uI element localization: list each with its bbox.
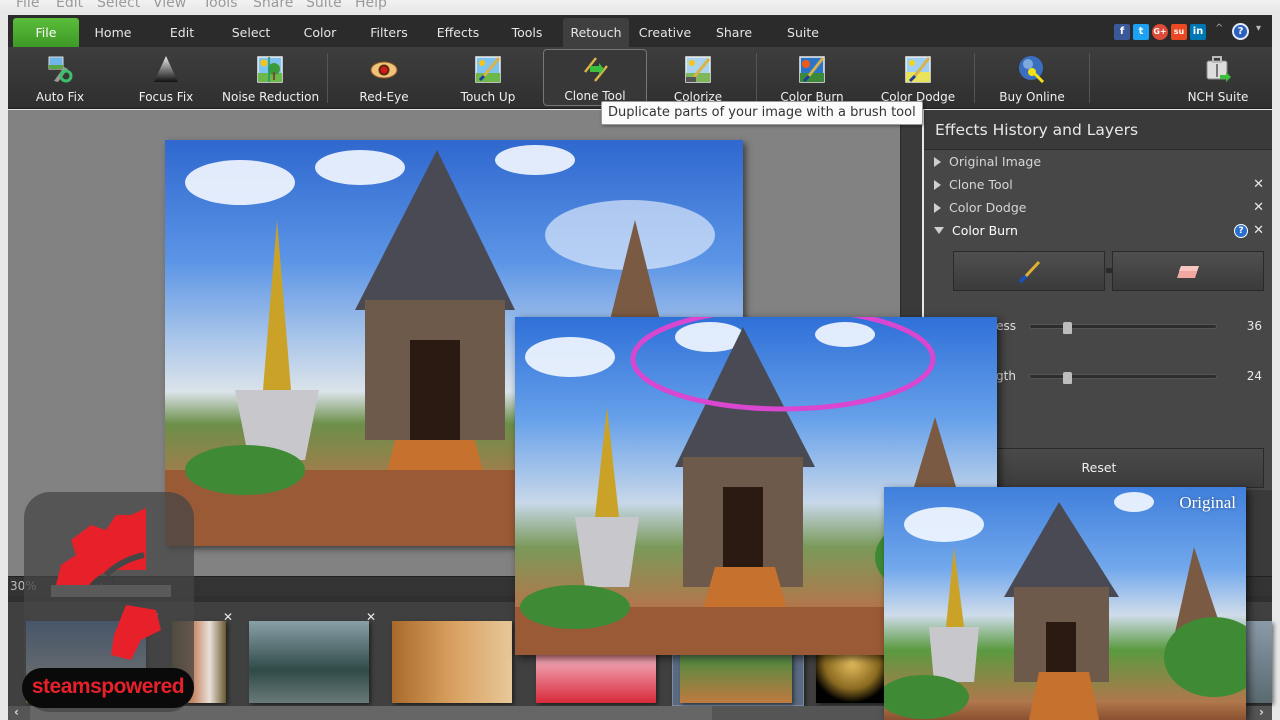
focus-fix-button[interactable]: Focus Fix	[124, 49, 208, 106]
menu-file[interactable]: File	[16, 0, 39, 11]
tab-select[interactable]: Select	[218, 18, 284, 47]
original-label: Original	[1179, 493, 1236, 512]
menu-edit[interactable]: Edit	[56, 0, 83, 11]
noise-reduction-icon	[257, 56, 283, 83]
help-dropdown-icon[interactable]: ▾	[1256, 23, 1261, 34]
temple-illustration	[884, 502, 1246, 720]
scroll-right-icon[interactable]: ›	[1259, 705, 1264, 719]
softness-slider[interactable]	[1029, 322, 1217, 334]
collapse-ribbon-icon[interactable]: ^	[1215, 23, 1223, 34]
expand-arrow-icon[interactable]	[934, 157, 941, 167]
menu-select[interactable]: Select	[97, 0, 140, 11]
tab-edit[interactable]: Edit	[149, 18, 215, 47]
menu-bar: File Edit Select View Tools Share Suite …	[0, 0, 1280, 14]
colorize-button[interactable]: Colorize	[656, 49, 740, 106]
clone-tool-icon	[584, 57, 608, 82]
softness-slider-thumb[interactable]	[1063, 322, 1073, 334]
expand-arrow-icon[interactable]	[934, 180, 941, 190]
thumbnail-tiger[interactable]	[392, 621, 512, 703]
ribbon-tabs: File Home Edit Select Color Filters Effe…	[8, 15, 1272, 47]
red-eye-button[interactable]: Red-Eye	[342, 49, 426, 106]
tab-filters[interactable]: Filters	[356, 18, 422, 47]
eraser-mode-button[interactable]	[1112, 251, 1264, 291]
tab-color[interactable]: Color	[287, 18, 353, 47]
linkedin-icon[interactable]: in	[1190, 24, 1206, 40]
history-item-original-image[interactable]: Original Image	[934, 151, 1264, 173]
color-burn-button[interactable]: Color Burn	[770, 49, 854, 106]
strength-slider[interactable]	[1029, 372, 1217, 384]
facebook-icon[interactable]: f	[1114, 24, 1130, 40]
close-thumbnail-icon[interactable]: ✕	[366, 610, 376, 624]
tab-retouch[interactable]: Retouch	[563, 18, 629, 47]
brush-icon	[1018, 261, 1041, 283]
history-item-clone-tool[interactable]: Clone Tool ✕	[934, 174, 1264, 196]
strength-value: 24	[1246, 369, 1262, 383]
thumbnail-tuk-tuk-taxi[interactable]	[249, 621, 369, 703]
clone-source-ellipse	[630, 317, 936, 412]
nch-suite-icon	[1206, 56, 1231, 82]
tab-home[interactable]: Home	[80, 18, 146, 47]
panel-title: Effects History and Layers	[924, 110, 1272, 150]
touch-up-icon	[475, 56, 501, 83]
history-item-color-dodge[interactable]: Color Dodge ✕	[934, 197, 1264, 219]
auto-fix-button[interactable]: Auto Fix	[18, 49, 102, 106]
thumbnail-motorbike[interactable]	[1244, 621, 1272, 703]
gear-logo-icon	[51, 508, 171, 660]
stumbleupon-icon[interactable]: su	[1171, 24, 1187, 40]
toolbar-separator	[327, 53, 328, 103]
remove-effect-icon[interactable]: ✕	[1253, 220, 1264, 242]
toolbar-separator	[756, 53, 757, 103]
help-icon[interactable]: ?	[1232, 23, 1249, 40]
watermark-text: steamspowered	[22, 668, 194, 708]
color-burn-icon	[799, 56, 825, 83]
tab-creative[interactable]: Creative	[632, 18, 698, 47]
clone-tool-button[interactable]: Clone Tool	[543, 49, 647, 106]
paint-brush-mode-button[interactable]	[953, 251, 1105, 291]
menu-view[interactable]: View	[153, 0, 186, 11]
tab-effects[interactable]: Effects	[425, 18, 491, 47]
menu-tools[interactable]: Tools	[203, 0, 238, 11]
focus-fix-icon	[154, 56, 178, 82]
auto-fix-icon	[48, 56, 73, 83]
remove-effect-icon[interactable]: ✕	[1253, 197, 1264, 219]
history-item-color-burn[interactable]: Color Burn ? ✕	[934, 220, 1264, 242]
clone-tool-tooltip: Duplicate parts of your image with a bru…	[601, 101, 923, 125]
menu-help[interactable]: Help	[355, 0, 387, 11]
google-plus-icon[interactable]: G+	[1152, 24, 1168, 40]
toolbar-separator	[974, 53, 975, 103]
nch-suite-button[interactable]: NCH Suite	[1176, 49, 1260, 106]
softness-value: 36	[1246, 319, 1262, 333]
strength-slider-thumb[interactable]	[1063, 372, 1073, 384]
color-dodge-icon	[905, 56, 931, 83]
toolbar-separator	[1089, 53, 1090, 103]
menu-share[interactable]: Share	[253, 0, 293, 11]
original-preview-photo: Original	[884, 487, 1246, 720]
twitter-icon[interactable]: t	[1133, 24, 1149, 40]
scroll-left-icon[interactable]: ‹	[14, 705, 19, 719]
tab-file[interactable]: File	[13, 18, 79, 47]
color-dodge-button[interactable]: Color Dodge	[876, 49, 960, 106]
menu-suite[interactable]: Suite	[306, 0, 342, 11]
red-eye-icon	[370, 61, 398, 79]
effect-help-icon[interactable]: ?	[1234, 224, 1248, 238]
colorize-icon	[685, 56, 711, 83]
buy-online-icon	[1019, 56, 1045, 83]
eraser-icon	[1177, 266, 1199, 278]
noise-reduction-button[interactable]: Noise Reduction	[222, 49, 319, 106]
remove-effect-icon[interactable]: ✕	[1253, 174, 1264, 196]
close-thumbnail-icon[interactable]: ✕	[223, 610, 233, 624]
buy-online-button[interactable]: Buy Online	[990, 49, 1074, 106]
retouch-toolbar: Auto Fix Focus Fix Noise Reduction Red-E…	[8, 47, 1272, 109]
expand-arrow-icon[interactable]	[934, 203, 941, 213]
tab-suite[interactable]: Suite	[770, 18, 836, 47]
tab-tools[interactable]: Tools	[494, 18, 560, 47]
tab-share[interactable]: Share	[701, 18, 767, 47]
collapse-arrow-icon[interactable]	[934, 227, 944, 234]
touch-up-button[interactable]: Touch Up	[446, 49, 530, 106]
